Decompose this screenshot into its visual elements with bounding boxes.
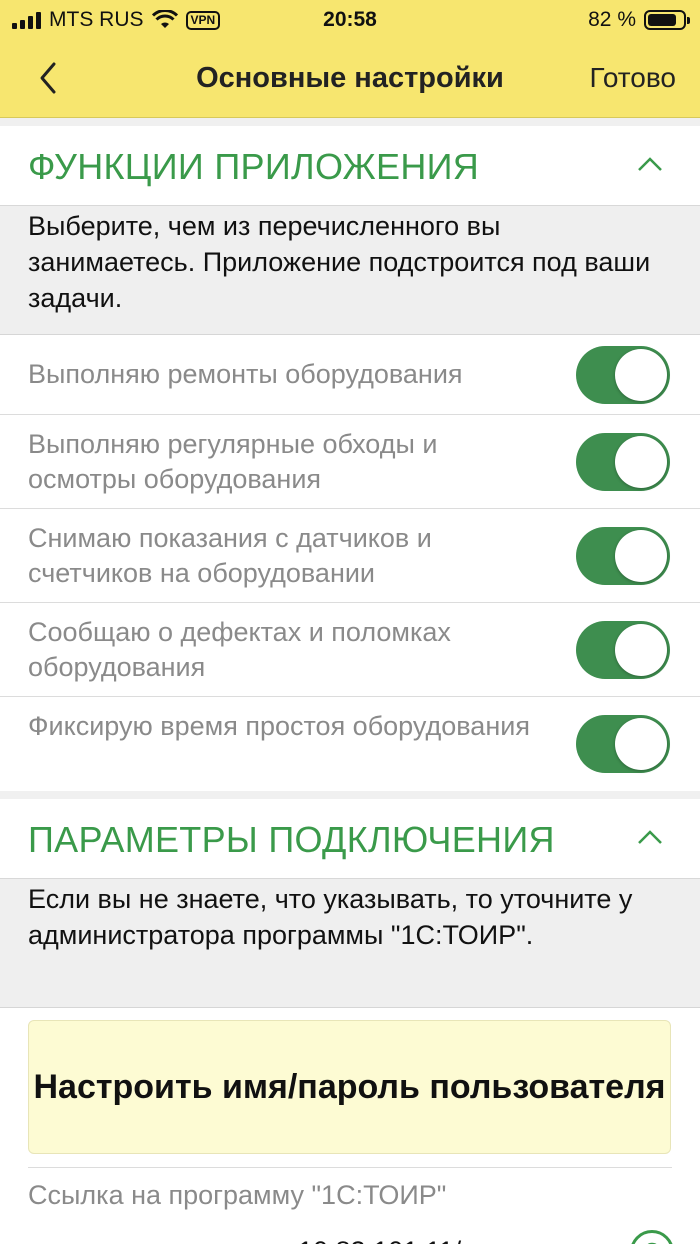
sensor-readings-toggle[interactable] [576, 527, 670, 585]
divider [28, 1167, 672, 1168]
program-link-label: Ссылка на программу "1С:ТОИР" [28, 1180, 447, 1210]
battery-icon [644, 10, 690, 30]
section-gap [0, 791, 700, 799]
toggle-label: Выполняю регулярные обходы и осмотры обо… [28, 429, 438, 494]
list-item: Выполняю ремонты оборудования [0, 335, 700, 415]
section-header-connection[interactable]: ПАРАМЕТРЫ ПОДКЛЮЧЕНИЯ [0, 799, 700, 879]
list-item: Выполняю регулярные обходы и осмотры обо… [0, 415, 700, 509]
configure-credentials-button[interactable]: Настроить имя/пароль пользователя [28, 1020, 671, 1154]
toggle-label: Фиксирую время простоя оборудования [28, 711, 530, 741]
list-item: Сообщаю о дефектах и поломках оборудован… [0, 603, 700, 697]
section-title: ФУНКЦИИ ПРИЛОЖЕНИЯ [28, 146, 480, 187]
battery-percent: 82 % [588, 8, 636, 31]
done-button[interactable]: Готово [590, 62, 676, 94]
top-bar: MTS RUS VPN 20:58 82 % Основные настройк… [0, 0, 700, 118]
chevron-up-icon [638, 157, 662, 171]
section-title: ПАРАМЕТРЫ ПОДКЛЮЧЕНИЯ [28, 819, 555, 860]
section-description: Если вы не знаете, что указывать, то уто… [0, 879, 700, 1008]
program-link-value[interactable]: 10.83.101.11/... [298, 1236, 484, 1244]
settings-content: ФУНКЦИИ ПРИЛОЖЕНИЯ Выберите, чем из пере… [0, 126, 700, 1244]
toggle-label: Выполняю ремонты оборудования [28, 359, 463, 389]
navigation-bar: Основные настройки Готово [0, 40, 700, 118]
inspections-toggle[interactable] [576, 433, 670, 491]
connection-settings: Настроить имя/пароль пользователя Ссылка… [0, 1008, 700, 1244]
toggle-label: Сообщаю о дефектах и поломках оборудован… [28, 617, 451, 682]
list-item: Снимаю показания с датчиков и счетчиков … [0, 509, 700, 603]
section-header-app-functions[interactable]: ФУНКЦИИ ПРИЛОЖЕНИЯ [0, 126, 700, 206]
toggle-label: Снимаю показания с датчиков и счетчиков … [28, 523, 432, 588]
defects-toggle[interactable] [576, 621, 670, 679]
section-description: Выберите, чем из перечисленного вы заним… [0, 206, 700, 335]
function-toggles-list: Выполняю ремонты оборудования Выполняю р… [0, 335, 700, 791]
list-item: Фиксирую время простоя оборудования [0, 697, 700, 791]
help-icon[interactable]: ? [630, 1230, 674, 1244]
repairs-toggle[interactable] [576, 346, 670, 404]
downtime-toggle[interactable] [576, 715, 670, 773]
status-bar: MTS RUS VPN 20:58 82 % [0, 0, 700, 40]
chevron-up-icon [638, 830, 662, 844]
